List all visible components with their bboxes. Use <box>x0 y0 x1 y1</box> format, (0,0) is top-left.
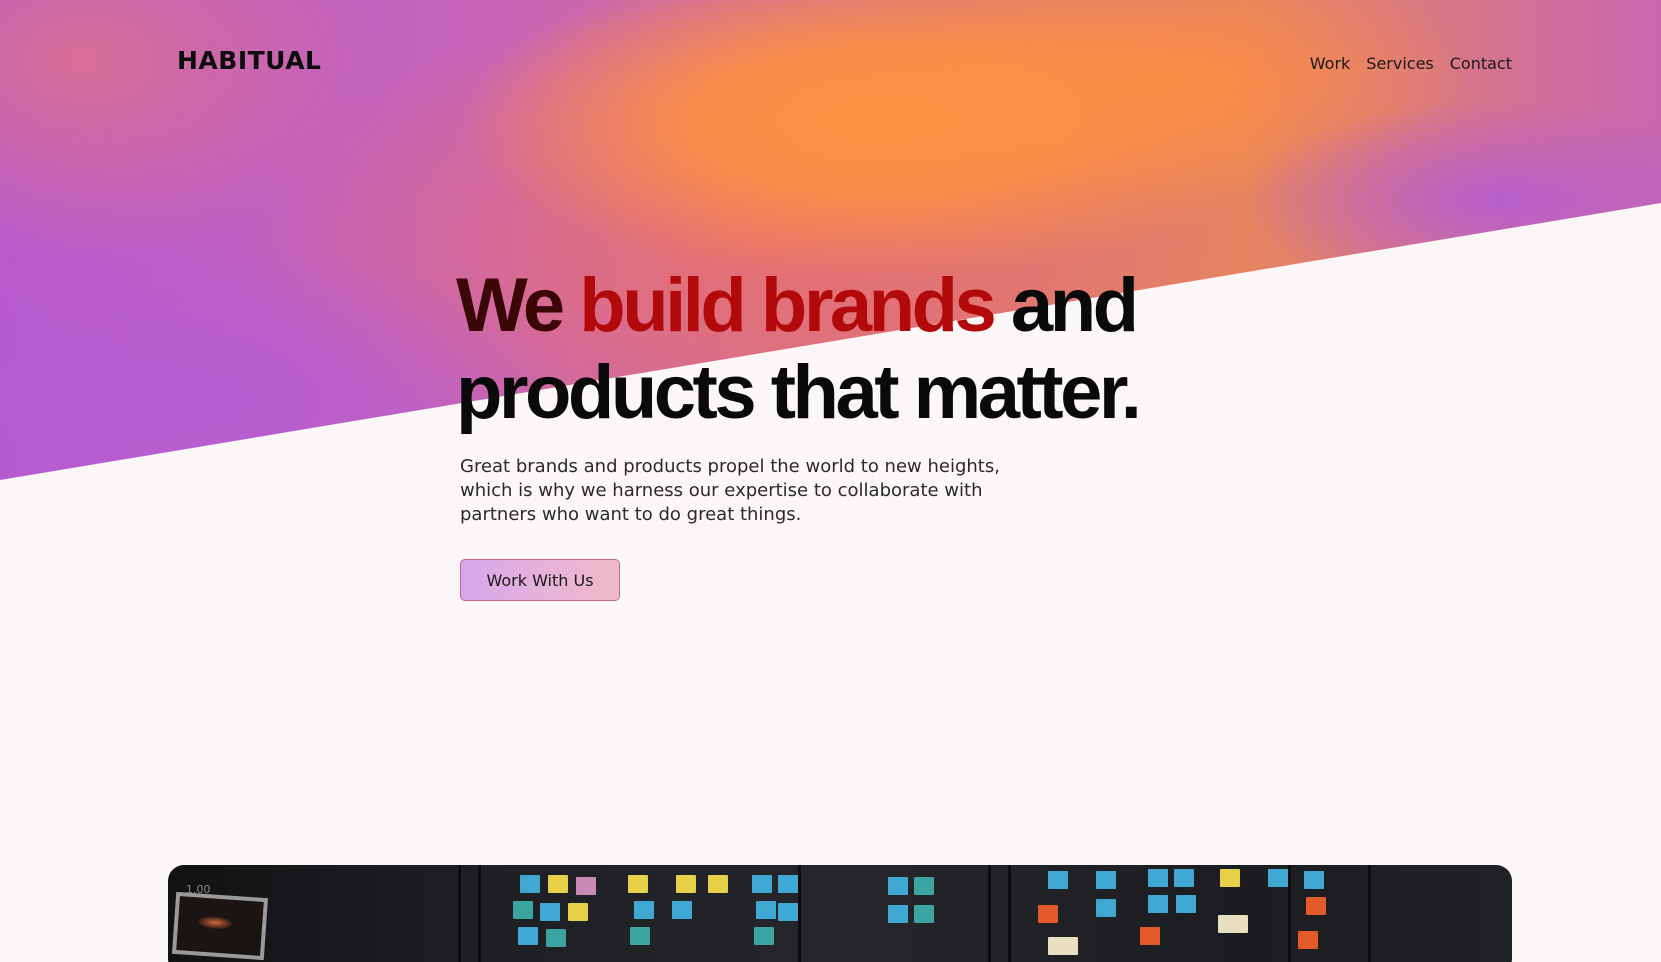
nav-link-contact[interactable]: Contact <box>1450 54 1512 73</box>
logo[interactable]: HABITUAL <box>177 46 322 75</box>
sticky-note <box>1096 871 1116 889</box>
hero-headline: We build brands and products that matter… <box>456 262 1142 436</box>
sticky-note <box>546 929 566 947</box>
sticky-note <box>778 875 798 893</box>
sticky-note <box>540 903 560 921</box>
work-with-us-button[interactable]: Work With Us <box>460 559 620 601</box>
headline-word-build: build <box>579 263 747 348</box>
headline-word-brands: brands <box>760 263 997 348</box>
sticky-note <box>672 901 692 919</box>
sticky-note <box>518 927 538 945</box>
main-nav: Work Services Contact <box>1310 54 1512 73</box>
sticky-note <box>1268 869 1288 887</box>
headline-word-and: and <box>1010 263 1139 348</box>
sticky-note <box>756 901 776 919</box>
headline-word-we: We <box>456 263 565 348</box>
sticky-note <box>628 875 648 893</box>
sticky-note <box>1306 897 1326 915</box>
showcase-image[interactable]: 1.00 <box>168 865 1512 962</box>
sticky-note <box>1148 895 1168 913</box>
hero-subtext: Great brands and products propel the wor… <box>460 456 1000 525</box>
wall-stripe <box>798 865 801 962</box>
wall-stripe <box>458 865 461 962</box>
sticky-note <box>888 877 908 895</box>
sticky-note <box>1048 937 1078 955</box>
sticky-note <box>778 903 798 921</box>
sticky-note <box>1096 899 1116 917</box>
sticky-note <box>1038 905 1058 923</box>
sticky-note <box>752 875 772 893</box>
sticky-note <box>1304 871 1324 889</box>
headline-line-1: We build brands and <box>456 262 1139 349</box>
sticky-note <box>676 875 696 893</box>
wall-stripe <box>988 865 991 962</box>
sticky-note <box>708 875 728 893</box>
nav-link-work[interactable]: Work <box>1310 54 1351 73</box>
sticky-note <box>914 905 934 923</box>
wall-stripe <box>478 865 481 962</box>
sticky-note <box>1218 915 1248 933</box>
wall-stripe <box>1368 865 1371 962</box>
sticky-note <box>1220 869 1240 887</box>
framed-picture <box>171 891 269 961</box>
sticky-note <box>1148 869 1168 887</box>
headline-line-2: products that matter. <box>456 350 1142 435</box>
sticky-note <box>754 927 774 945</box>
sticky-note <box>630 927 650 945</box>
page: HABITUAL Work Services Contact We build … <box>0 0 1661 962</box>
sticky-note <box>1298 931 1318 949</box>
sticky-note <box>1176 895 1196 913</box>
sticky-note <box>914 877 934 895</box>
sticky-note <box>548 875 568 893</box>
nav-link-services[interactable]: Services <box>1366 54 1433 73</box>
sticky-note <box>634 901 654 919</box>
sticky-note <box>576 877 596 895</box>
sticky-note <box>1174 869 1194 887</box>
sticky-note <box>513 901 533 919</box>
sticky-note <box>568 903 588 921</box>
wall-stripe <box>1288 865 1291 962</box>
sticky-note <box>520 875 540 893</box>
sticky-note <box>888 905 908 923</box>
sticky-note <box>1140 927 1160 945</box>
wall-stripe <box>1008 865 1011 962</box>
sticky-note <box>1048 871 1068 889</box>
